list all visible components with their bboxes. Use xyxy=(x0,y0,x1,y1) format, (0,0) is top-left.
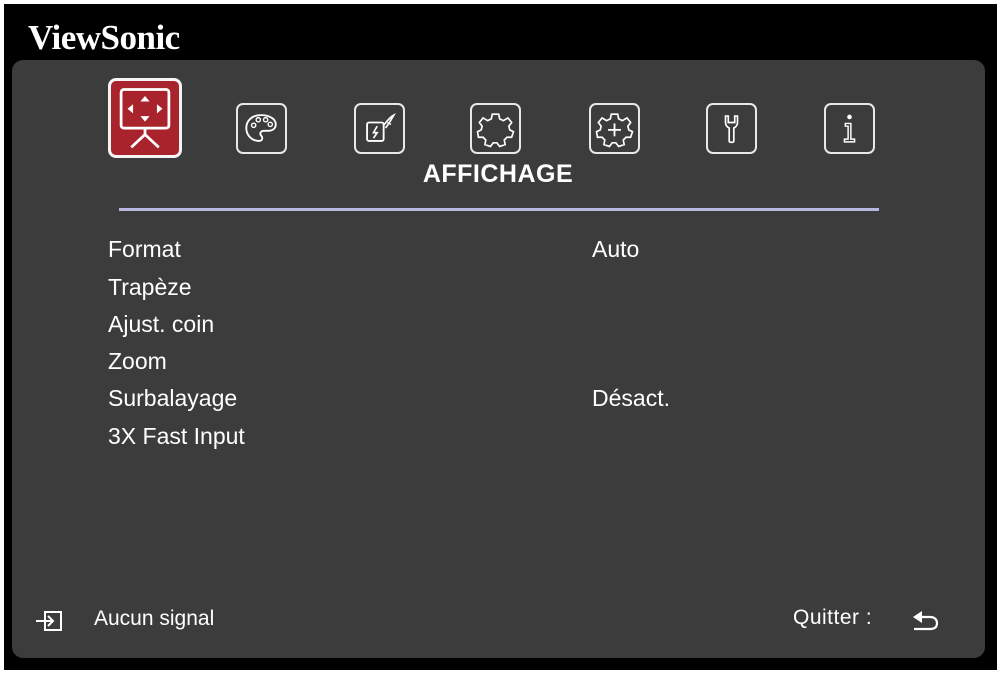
menu-item-overscan[interactable]: Surbalayage xyxy=(108,385,237,412)
input-source-icon xyxy=(36,611,62,631)
wrench-icon xyxy=(724,115,739,144)
menu-item-zoom[interactable]: Zoom xyxy=(108,348,167,375)
menu-item-keystone[interactable]: Trapèze xyxy=(108,274,192,301)
source-status: Aucun signal xyxy=(94,607,215,630)
gear-icon xyxy=(476,113,515,148)
menu-item-format[interactable]: Format xyxy=(108,236,181,263)
menu-value-format: Auto xyxy=(592,236,640,262)
brand-logo: ViewSonic xyxy=(28,18,180,57)
tab-display[interactable] xyxy=(108,78,182,158)
advanced-gear-icon xyxy=(595,113,634,148)
palette-icon xyxy=(245,114,277,142)
info-icon xyxy=(843,114,856,143)
power-management-icon xyxy=(366,113,396,142)
tab-power[interactable] xyxy=(354,103,405,154)
section-divider xyxy=(119,208,879,211)
menu-item-corner-adjust[interactable]: Ajust. coin xyxy=(108,311,214,338)
tab-system[interactable] xyxy=(706,103,757,154)
exit-label: Quitter : xyxy=(793,606,873,629)
menu-value-overscan: Désact. xyxy=(592,385,670,411)
back-arrow-icon[interactable] xyxy=(910,609,940,633)
projector-screen-icon xyxy=(119,88,171,149)
tab-basic[interactable] xyxy=(470,103,521,154)
tab-advanced[interactable] xyxy=(589,103,640,154)
section-title: AFFICHAGE xyxy=(422,160,574,188)
tab-information[interactable] xyxy=(824,103,875,154)
tab-image[interactable] xyxy=(236,103,287,154)
menu-item-fast-input[interactable]: 3X Fast Input xyxy=(108,423,245,450)
